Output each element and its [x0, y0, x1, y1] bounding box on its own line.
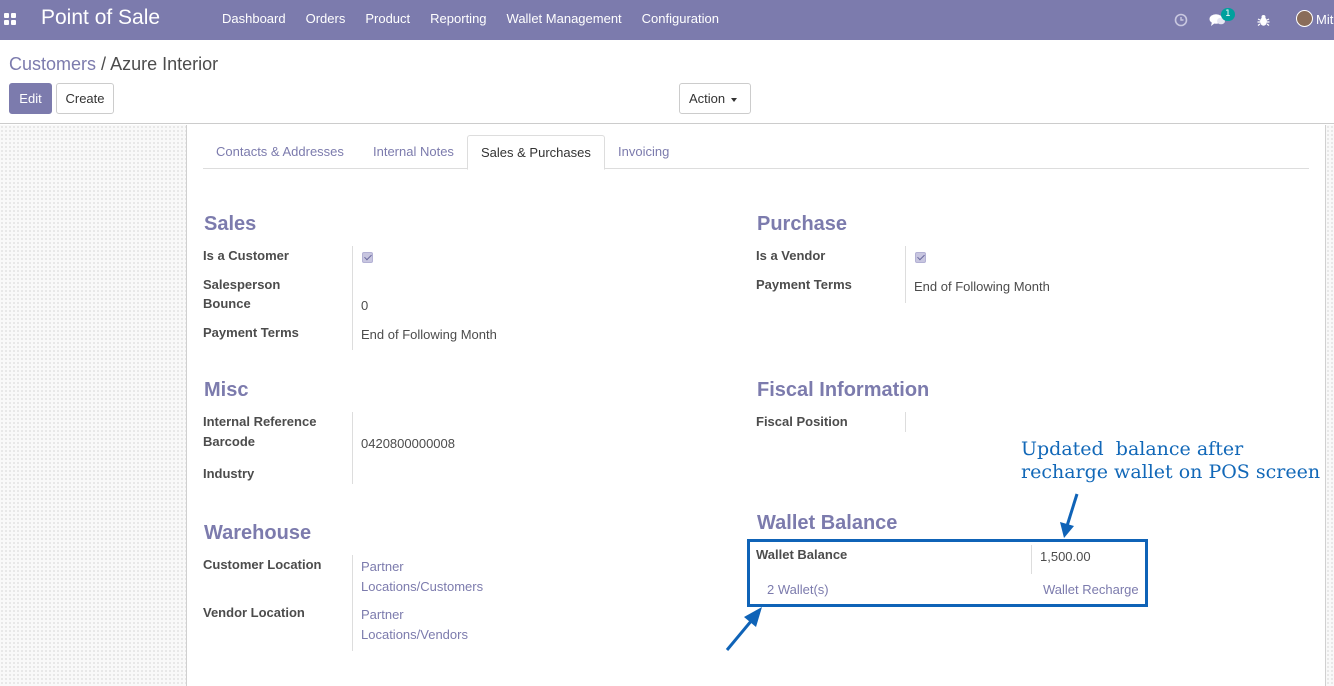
menu-product[interactable]: Product	[355, 0, 420, 40]
chat-count-badge: 1	[1221, 8, 1235, 21]
annotation-text: Updated balance after recharge wallet on…	[1021, 438, 1320, 484]
breadcrumb: Customers / Azure Interior	[9, 54, 218, 75]
user-name[interactable]: Mit	[1316, 12, 1333, 27]
wallet-balance-label: Wallet Balance	[756, 547, 848, 562]
tab-sales-purchases[interactable]: Sales & Purchases	[467, 135, 605, 170]
annotation-line2: recharge wallet on POS screen	[1021, 461, 1321, 483]
tab-invoicing[interactable]: Invoicing	[605, 135, 682, 169]
action-dropdown-button[interactable]: Action	[679, 83, 751, 114]
edit-button[interactable]: Edit	[9, 83, 52, 114]
menu-wallet-management[interactable]: Wallet Management	[497, 0, 632, 40]
main-menu: Dashboard Orders Product Reporting Walle…	[212, 0, 729, 40]
misc-section-title: Misc	[204, 379, 249, 401]
background-left	[0, 125, 187, 686]
customer-location-link-line2[interactable]: Locations/Customers	[361, 579, 483, 594]
is-vendor-checkbox[interactable]	[915, 252, 926, 263]
purchase-payment-terms-label: Payment Terms	[756, 277, 852, 292]
wallet-section-title: Wallet Balance	[757, 512, 898, 534]
wallet-balance-value: 1,500.00	[1040, 549, 1091, 564]
wallets-count-link[interactable]: 2 Wallet(s)	[767, 582, 829, 597]
create-button[interactable]: Create	[56, 83, 114, 114]
customer-location-link-line1[interactable]: Partner	[361, 559, 404, 574]
user-avatar[interactable]	[1296, 10, 1313, 27]
sales-payment-terms-value: End of Following Month	[361, 327, 497, 342]
menu-orders[interactable]: Orders	[296, 0, 356, 40]
is-customer-checkbox[interactable]	[362, 252, 373, 263]
menu-configuration[interactable]: Configuration	[632, 0, 729, 40]
is-vendor-label: Is a Vendor	[756, 248, 826, 263]
breadcrumb-current: Azure Interior	[110, 54, 219, 74]
customer-location-label: Customer Location	[203, 557, 322, 572]
app-title[interactable]: Point of Sale	[41, 6, 160, 30]
purchase-payment-terms-value: End of Following Month	[914, 279, 1050, 294]
industry-label: Industry	[203, 466, 255, 481]
annotation-arrow-up-icon	[725, 607, 762, 651]
barcode-value: 0420800000008	[361, 436, 455, 451]
sales-section-title: Sales	[204, 213, 257, 235]
menu-reporting[interactable]: Reporting	[420, 0, 496, 40]
vendor-location-link-line2[interactable]: Locations/Vendors	[361, 627, 468, 642]
annotation-line1: Updated balance after	[1021, 438, 1244, 460]
tab-contacts-addresses[interactable]: Contacts & Addresses	[203, 135, 357, 169]
activity-clock-icon[interactable]	[1174, 0, 1188, 40]
vendor-location-label: Vendor Location	[203, 605, 305, 620]
wallet-divider	[1031, 545, 1032, 574]
control-panel: Customers / Azure Interior Edit Create A…	[0, 40, 1334, 124]
wallet-recharge-link[interactable]: Wallet Recharge	[1043, 582, 1139, 597]
salesperson-label: Salesperson	[203, 277, 281, 292]
sales-payment-terms-label: Payment Terms	[203, 325, 299, 340]
fiscal-position-label: Fiscal Position	[756, 414, 848, 429]
menu-dashboard[interactable]: Dashboard	[212, 0, 296, 40]
barcode-label: Barcode	[203, 434, 256, 449]
purchase-section-title: Purchase	[757, 213, 848, 235]
warehouse-divider	[352, 555, 353, 651]
top-navbar: Point of Sale Dashboard Orders Product R…	[0, 0, 1334, 40]
bounce-value: 0	[361, 298, 369, 313]
bounce-label: Bounce	[203, 296, 251, 311]
internal-reference-label: Internal Reference	[203, 414, 317, 429]
is-customer-label: Is a Customer	[203, 248, 289, 263]
sales-divider	[352, 246, 353, 350]
purchase-divider	[905, 246, 906, 303]
tab-internal-notes[interactable]: Internal Notes	[360, 135, 467, 169]
breadcrumb-customers[interactable]: Customers	[9, 54, 96, 74]
fiscal-section-title: Fiscal Information	[757, 379, 930, 401]
breadcrumb-separator: /	[101, 54, 107, 74]
notebook-tabs: Contacts & Addresses Internal Notes Sale…	[203, 135, 1309, 170]
annotation-arrow-down-icon	[1060, 493, 1079, 538]
apps-menu-icon[interactable]	[4, 13, 16, 25]
fiscal-divider	[905, 412, 906, 432]
vendor-location-link-line1[interactable]: Partner	[361, 607, 404, 622]
background-right	[1325, 125, 1334, 686]
misc-divider	[352, 412, 353, 484]
warehouse-section-title: Warehouse	[204, 522, 312, 544]
action-label: Action	[689, 91, 726, 106]
caret-down-icon	[731, 97, 738, 102]
debug-bug-icon[interactable]	[1257, 0, 1270, 40]
